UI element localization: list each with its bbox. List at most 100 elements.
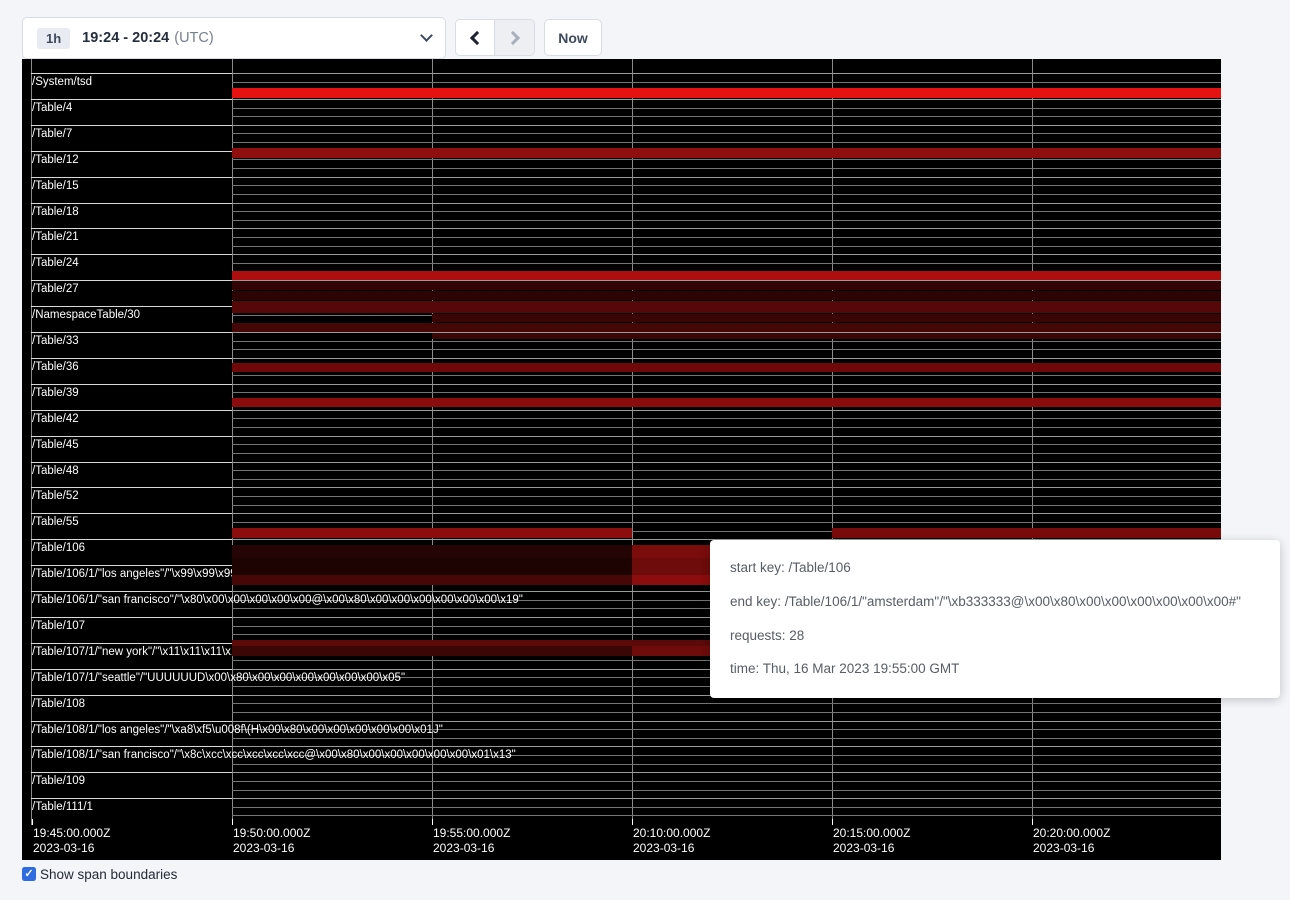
tooltip-start-key: start key: /Table/106: [730, 551, 1260, 585]
span-boundary-line: [31, 332, 232, 333]
row-label: /Table/18: [32, 206, 79, 218]
time-nav-group: [455, 19, 535, 56]
row-label: /Table/107: [32, 620, 85, 632]
span-boundary-line-minor: [232, 444, 1221, 445]
span-boundary-line: [31, 798, 232, 799]
heat-band[interactable]: [232, 528, 632, 538]
row-label: /Table/108/1/"san francisco"/"\x8c\xcc\x…: [32, 749, 516, 761]
heat-band[interactable]: [232, 646, 632, 656]
span-boundary-line-minor: [232, 263, 1221, 264]
chevron-left-icon: [470, 30, 484, 44]
heat-band[interactable]: [232, 281, 1221, 290]
span-boundary-line-minor: [232, 142, 1221, 143]
span-boundary-line-minor: [232, 133, 1221, 134]
heat-band[interactable]: [432, 314, 1221, 322]
span-boundary-line-minor: [232, 211, 1221, 212]
span-boundary-line: [31, 280, 232, 281]
prev-range-button[interactable]: [456, 20, 495, 55]
heat-band[interactable]: [232, 545, 632, 558]
show-span-boundaries-checkbox[interactable]: ✓: [22, 867, 36, 881]
axis-tick-label: 20:15:00.000Z2023-03-16: [833, 826, 910, 856]
span-boundary-line: [31, 306, 232, 307]
heat-band[interactable]: [232, 398, 1221, 407]
span-boundary-line: [31, 228, 232, 229]
span-boundary-line-minor: [232, 703, 1221, 704]
heat-band[interactable]: [232, 575, 632, 585]
span-boundary-line-minor: [232, 341, 1221, 342]
span-boundary-line: [232, 772, 1221, 773]
span-boundary-line-minor: [232, 159, 1221, 160]
row-label: /Table/12: [32, 154, 79, 166]
span-boundary-line: [31, 151, 232, 152]
show-span-boundaries-label: Show span boundaries: [40, 867, 177, 883]
span-boundary-line: [232, 384, 1221, 385]
heatmap-canvas[interactable]: /System/tsd/Table/4/Table/7/Table/12/Tab…: [22, 59, 1221, 860]
span-boundary-line: [232, 798, 1221, 799]
span-boundary-line: [232, 436, 1221, 437]
span-boundary-line-minor: [232, 453, 1221, 454]
span-boundary-line: [232, 487, 1221, 488]
span-tooltip: start key: /Table/106 end key: /Table/10…: [710, 540, 1280, 698]
heat-band[interactable]: [432, 333, 1221, 339]
vertical-gridline: [1032, 59, 1033, 825]
span-boundary-line: [232, 358, 1221, 359]
time-range-selector[interactable]: 1h 19:24 - 20:24 (UTC): [22, 17, 446, 59]
span-boundary-line: [31, 565, 232, 566]
span-boundary-line-minor: [232, 496, 1221, 497]
heat-band[interactable]: [232, 363, 1221, 372]
span-boundary-line: [31, 669, 232, 670]
span-boundary-line-minor: [232, 375, 1221, 376]
row-label: /Table/42: [32, 413, 79, 425]
span-boundary-line: [31, 99, 232, 100]
heat-band[interactable]: [232, 291, 1221, 300]
span-boundary-line: [31, 539, 232, 540]
heat-band[interactable]: [232, 301, 1221, 313]
vertical-gridline: [632, 59, 633, 825]
range-timezone: (UTC): [174, 30, 213, 46]
span-boundary-line: [31, 125, 232, 126]
span-boundary-line: [31, 410, 232, 411]
axis-tick-label: 19:45:00.000Z2023-03-16: [33, 826, 110, 856]
row-label: /Table/106/1/"san francisco"/"\x80\x00\x…: [32, 594, 523, 606]
span-boundary-line-minor: [232, 522, 1221, 523]
span-boundary-line: [232, 513, 1221, 514]
heat-band[interactable]: [232, 558, 632, 575]
row-label: /Table/33: [32, 335, 79, 347]
span-boundary-line-minor: [232, 185, 1221, 186]
axis-tick-label: 20:20:00.000Z2023-03-16: [1033, 826, 1110, 856]
row-label: /Table/39: [32, 387, 79, 399]
tooltip-requests: requests: 28: [730, 619, 1260, 653]
row-label: /Table/27: [32, 283, 79, 295]
span-boundary-line: [31, 513, 232, 514]
heat-band[interactable]: [232, 148, 1221, 158]
span-boundary-line-minor: [232, 418, 1221, 419]
heat-band[interactable]: [232, 323, 1221, 332]
span-boundary-line: [31, 177, 232, 178]
span-boundary-line-minor: [232, 790, 1221, 791]
chevron-down-icon: [420, 29, 433, 42]
span-boundary-line: [31, 254, 232, 255]
span-boundary-line-minor: [232, 392, 1221, 393]
row-label: /NamespaceTable/30: [32, 309, 140, 321]
row-label: /Table/109: [32, 775, 85, 787]
heat-band[interactable]: [232, 271, 1221, 280]
tooltip-time: time: Thu, 16 Mar 2023 19:55:00 GMT: [730, 652, 1260, 686]
heat-band[interactable]: [832, 528, 1221, 538]
next-range-button-disabled[interactable]: [495, 20, 534, 55]
heat-band[interactable]: [232, 88, 1221, 98]
span-boundary-line: [31, 462, 232, 463]
axis-tick-label: 19:55:00.000Z2023-03-16: [433, 826, 510, 856]
span-boundary-line: [31, 617, 232, 618]
check-icon: ✓: [24, 869, 33, 880]
row-label: /Table/21: [32, 231, 79, 243]
axis-tick: [32, 819, 33, 825]
span-boundary-line: [232, 721, 1221, 722]
axis-tick-label: 19:50:00.000Z2023-03-16: [233, 826, 310, 856]
span-boundary-line-minor: [232, 781, 1221, 782]
row-label: /Table/15: [32, 180, 79, 192]
span-boundary-line: [31, 436, 232, 437]
now-button[interactable]: Now: [544, 19, 602, 56]
footer: ✓ Show span boundaries: [22, 867, 177, 883]
span-boundary-line: [31, 695, 232, 696]
span-boundary-line-minor: [232, 237, 1221, 238]
